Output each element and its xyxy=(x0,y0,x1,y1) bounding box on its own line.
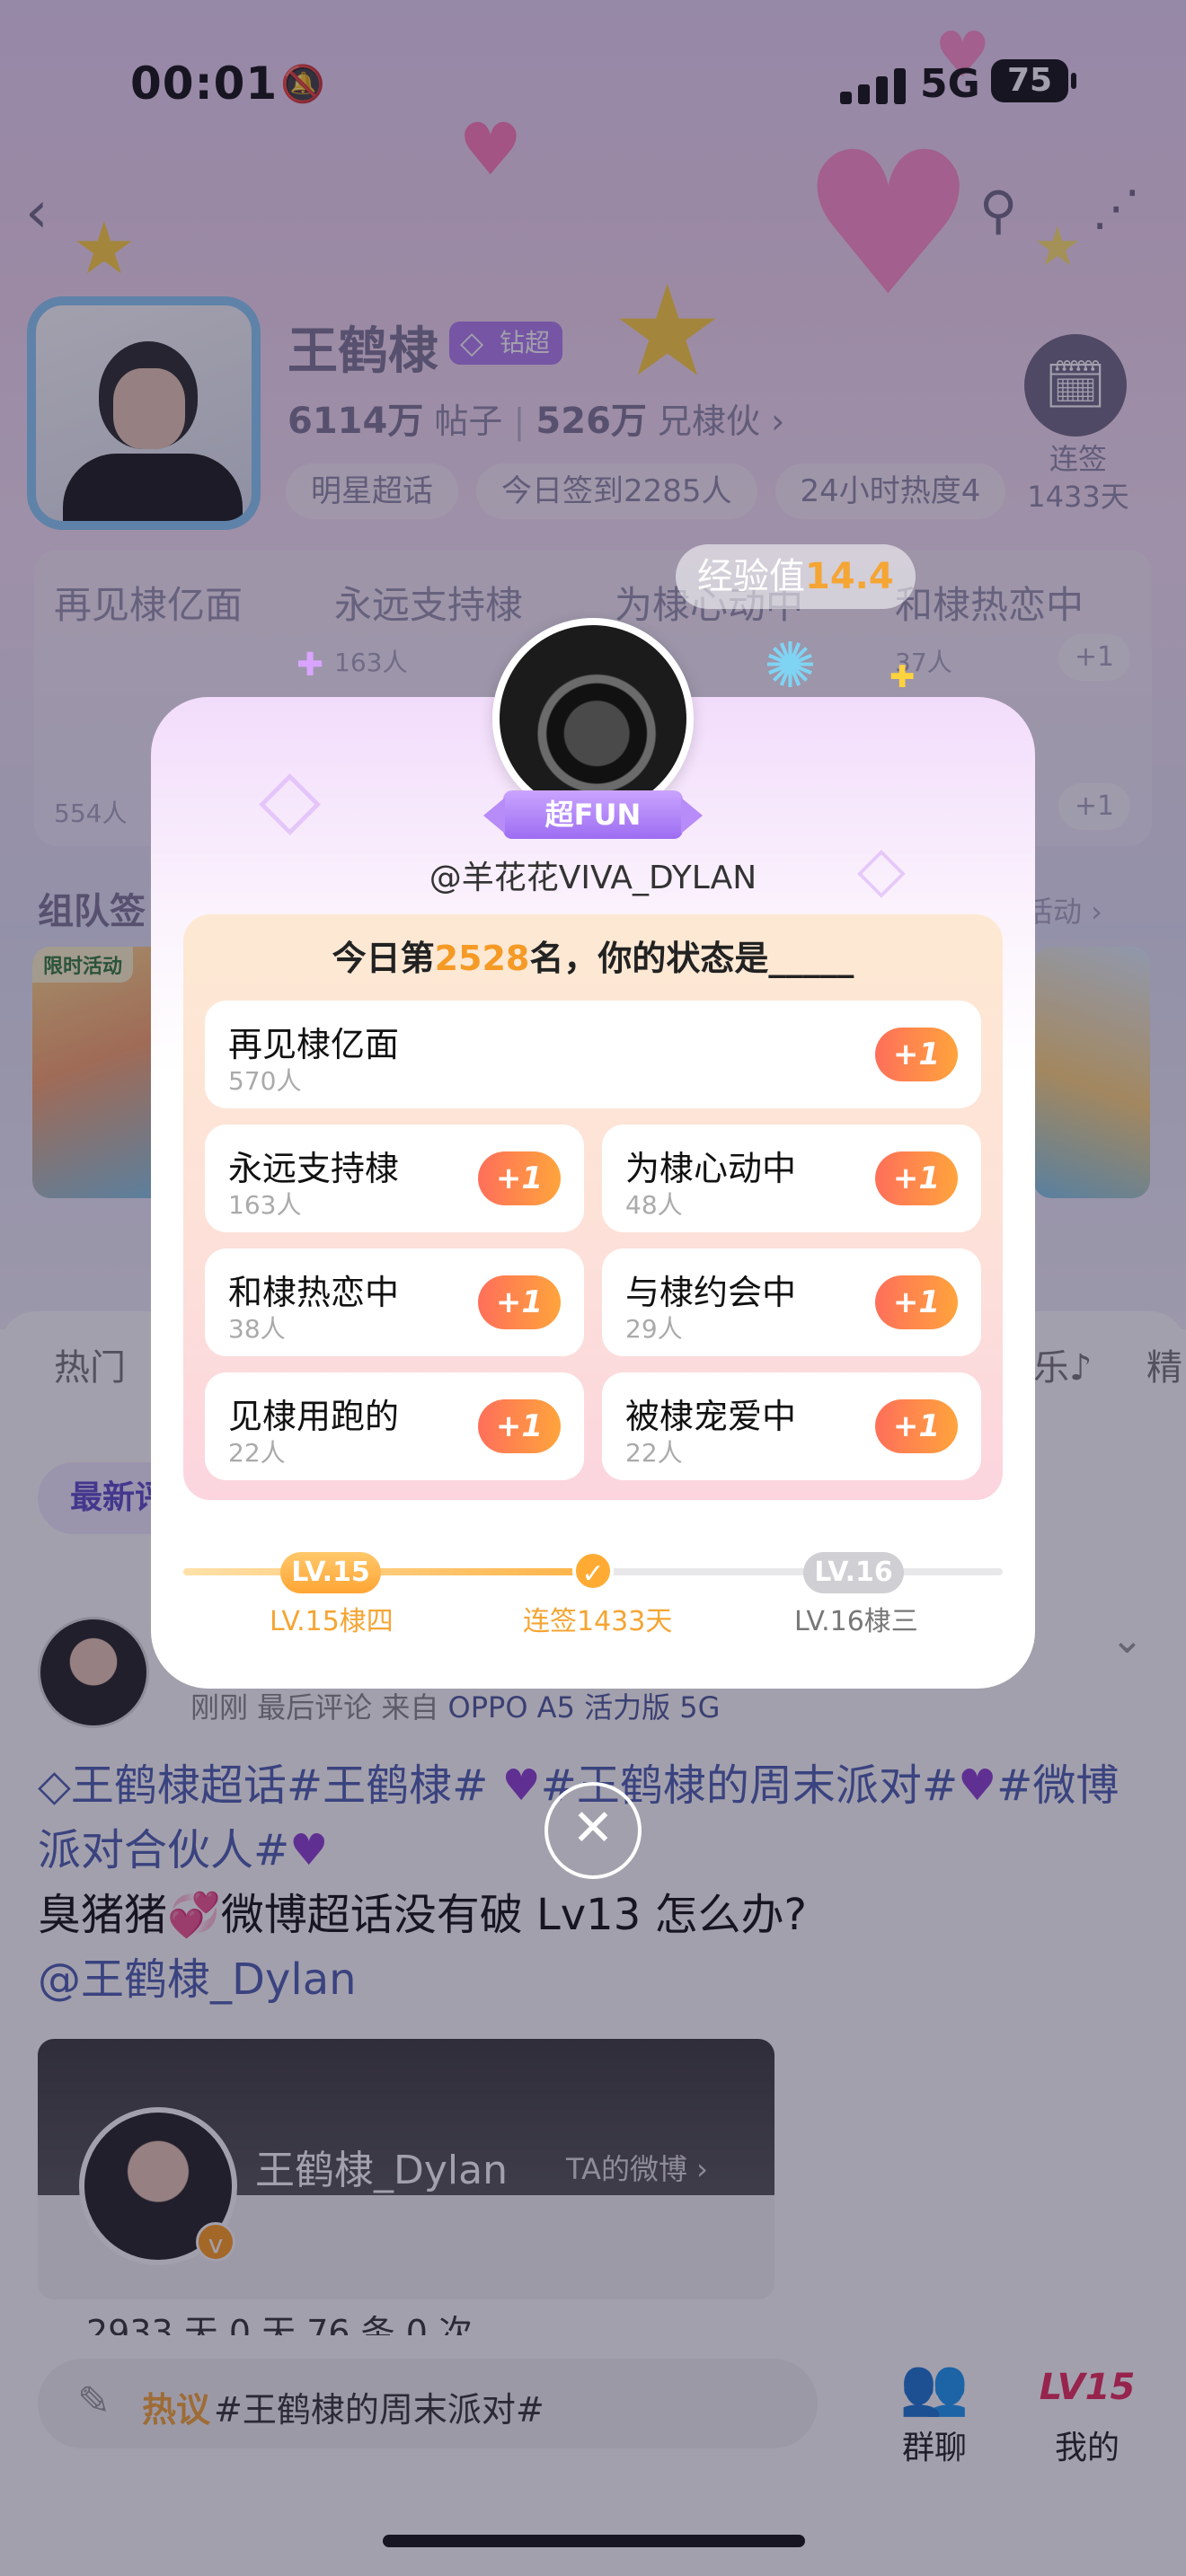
xp-value: 14.4 xyxy=(805,556,894,597)
status-option-count: 22人 xyxy=(625,1438,683,1468)
status-option-count: 48人 xyxy=(625,1190,683,1220)
status-option-count: 163人 xyxy=(228,1190,302,1220)
sparkle-decoration: ✺ xyxy=(764,629,817,702)
xp-popup: 经验值14.4 xyxy=(676,544,916,609)
user-handle: @羊花花VIVA_DYLAN xyxy=(429,860,757,896)
sparkle-decoration: ✚ xyxy=(890,659,916,695)
diamond-decoration: ◇ xyxy=(259,751,322,845)
status-option-label: 为棣心动中 xyxy=(625,1149,797,1188)
next-level-caption: LV.16棣三 xyxy=(794,1606,918,1637)
status-option[interactable]: 和棣热恋中 38人 +1 xyxy=(205,1248,584,1356)
level-progress-fill xyxy=(183,1568,593,1575)
status-option-label: 被棣宠爱中 xyxy=(625,1397,797,1436)
plus-one-button[interactable]: +1 xyxy=(875,1028,958,1081)
status-option-label: 再见棣亿面 xyxy=(228,1025,400,1064)
current-level-badge: LV.15 xyxy=(280,1552,381,1593)
plus-one-button[interactable]: +1 xyxy=(875,1399,958,1453)
rank-number: 2528 xyxy=(434,939,530,978)
plus-one-button[interactable]: +1 xyxy=(478,1151,561,1205)
status-option-count: 22人 xyxy=(228,1438,286,1468)
status-option[interactable]: 为棣心动中 48人 +1 xyxy=(602,1125,981,1232)
status-option-count: 570人 xyxy=(228,1066,302,1096)
close-icon[interactable]: ✕ xyxy=(544,1782,642,1879)
status-option-label: 永远支持棣 xyxy=(228,1149,400,1188)
plus-one-button[interactable]: +1 xyxy=(478,1275,561,1329)
super-fun-badge: 超FUN xyxy=(483,790,703,839)
app-root: ♥ ♥ ★ ★ ★ ♥ 00:01 🔕 5G 75 ‹ ⚲ ⋰ 王鹤棣 ◇ 钻超… xyxy=(0,0,1186,2576)
current-level-caption: LV.15棣四 xyxy=(270,1606,394,1637)
status-panel-title: 今日第2528名，你的状态是_____ xyxy=(183,931,1003,980)
status-option-label: 见棣用跑的 xyxy=(228,1397,400,1436)
plus-one-button[interactable]: +1 xyxy=(875,1151,958,1205)
title-prefix: 今日第 xyxy=(332,939,435,978)
title-suffix: 名，你的状态是_____ xyxy=(529,939,854,978)
xp-label: 经验值 xyxy=(697,556,805,597)
status-option[interactable]: 与棣约会中 29人 +1 xyxy=(602,1248,981,1356)
status-option-label: 和棣热恋中 xyxy=(228,1273,400,1312)
sparkle-decoration: ✚ xyxy=(296,647,324,684)
plus-one-button[interactable]: +1 xyxy=(478,1399,561,1453)
next-level-badge: LV.16 xyxy=(803,1552,904,1593)
plus-one-button[interactable]: +1 xyxy=(875,1275,958,1329)
status-option-count: 29人 xyxy=(625,1314,683,1344)
status-option[interactable]: 被棣宠爱中 22人 +1 xyxy=(602,1372,981,1480)
status-option-label: 与棣约会中 xyxy=(625,1273,797,1312)
status-option[interactable]: 见棣用跑的 22人 +1 xyxy=(205,1372,584,1480)
check-icon: ✓ xyxy=(572,1550,614,1592)
status-option[interactable]: 再见棣亿面 570人 +1 xyxy=(205,1001,981,1108)
status-option-count: 38人 xyxy=(228,1314,286,1344)
user-avatar xyxy=(492,618,694,819)
streak-caption: 连签1433天 xyxy=(523,1606,673,1637)
status-option[interactable]: 永远支持棣 163人 +1 xyxy=(205,1125,584,1232)
